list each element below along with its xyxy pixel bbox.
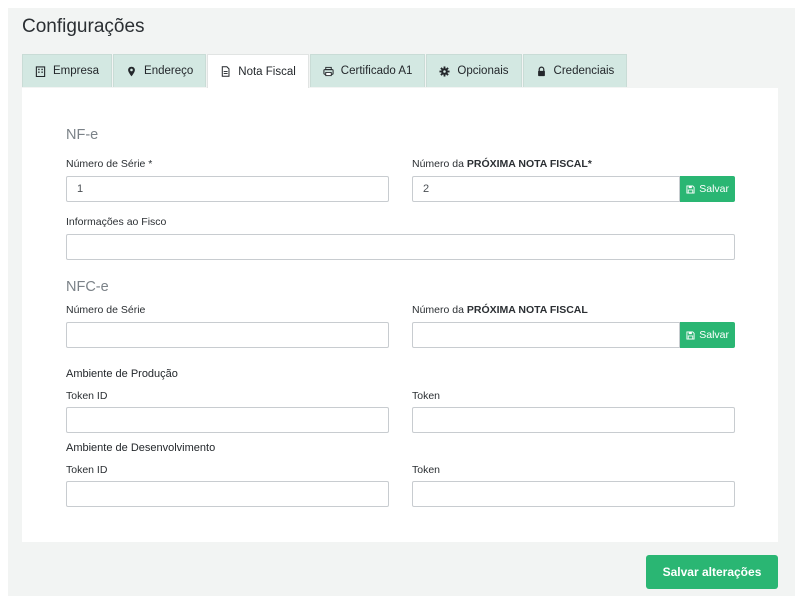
building-icon (35, 65, 46, 77)
nfe-next-number-group: 2 Salvar (412, 176, 735, 202)
tab-label: Certificado A1 (340, 65, 413, 77)
nfce-next-number-input[interactable] (412, 322, 681, 348)
lock-icon (536, 66, 547, 77)
document-icon (220, 66, 231, 77)
save-changes-button[interactable]: Salvar alterações (646, 555, 778, 589)
nfe-next-number-label: Número da PRÓXIMA NOTA FISCAL* (412, 158, 592, 170)
nfce-next-number-group: Salvar (412, 322, 735, 348)
producao-token-input[interactable] (412, 407, 735, 433)
nfce-serie-input[interactable] (66, 322, 389, 348)
desenvolvimento-title: Ambiente de Desenvolvimento (66, 442, 216, 454)
desenvolvimento-token-label: Token (412, 464, 441, 476)
producao-token-id-input[interactable] (66, 407, 389, 433)
fisco-label: Informações ao Fisco (66, 216, 167, 228)
printer-icon (323, 66, 334, 77)
map-pin-icon (126, 66, 137, 77)
tab-certificado-a1[interactable]: Certificado A1 (309, 54, 426, 87)
gear-icon (439, 65, 450, 77)
nfe-serie-label: Número de Série * (66, 158, 153, 170)
tab-opcionais[interactable]: Opcionais (426, 54, 522, 87)
nfe-section-title: NF-e (66, 127, 99, 143)
tab-endereco[interactable]: Endereço (113, 54, 207, 87)
tab-empresa[interactable]: Empresa (22, 54, 113, 87)
desenvolvimento-token-id-label: Token ID (66, 464, 108, 476)
nfce-save-button[interactable]: Salvar (680, 322, 735, 348)
producao-title: Ambiente de Produção (66, 368, 178, 380)
nota-fiscal-panel: NF-e Número de Série * 1 Número da PRÓXI… (22, 88, 778, 542)
desenvolvimento-token-id-input[interactable] (66, 481, 389, 507)
tab-label: Nota Fiscal (238, 65, 296, 78)
tab-label: Opcionais (457, 65, 509, 77)
nfce-serie-label: Número de Série (66, 304, 146, 316)
save-button-label: Salvar (699, 329, 729, 341)
tab-credenciais[interactable]: Credenciais (522, 54, 628, 87)
tab-label: Empresa (53, 65, 100, 77)
tab-label: Credenciais (553, 65, 615, 77)
desenvolvimento-token-input[interactable] (412, 481, 735, 507)
page-title: Configurações (22, 16, 145, 37)
save-button-label: Salvar (699, 183, 729, 195)
tab-nota-fiscal[interactable]: Nota Fiscal (207, 54, 309, 88)
tab-label: Endereço (144, 65, 194, 77)
nfe-serie-input[interactable]: 1 (66, 176, 389, 202)
producao-token-label: Token (412, 390, 441, 402)
tab-bar: Empresa Endereço Nota Fiscal Certificado… (22, 54, 628, 88)
nfce-next-number-label: Número da PRÓXIMA NOTA FISCAL (412, 304, 588, 316)
nfe-next-number-input[interactable]: 2 (412, 176, 681, 202)
save-icon (686, 184, 695, 194)
nfce-section-title: NFC-e (66, 279, 109, 295)
producao-token-id-label: Token ID (66, 390, 108, 402)
nfe-save-button[interactable]: Salvar (680, 176, 735, 202)
settings-page: Configurações Empresa Endereço Nota Fisc… (8, 8, 795, 596)
save-icon (686, 330, 695, 340)
fisco-input[interactable] (66, 234, 735, 260)
